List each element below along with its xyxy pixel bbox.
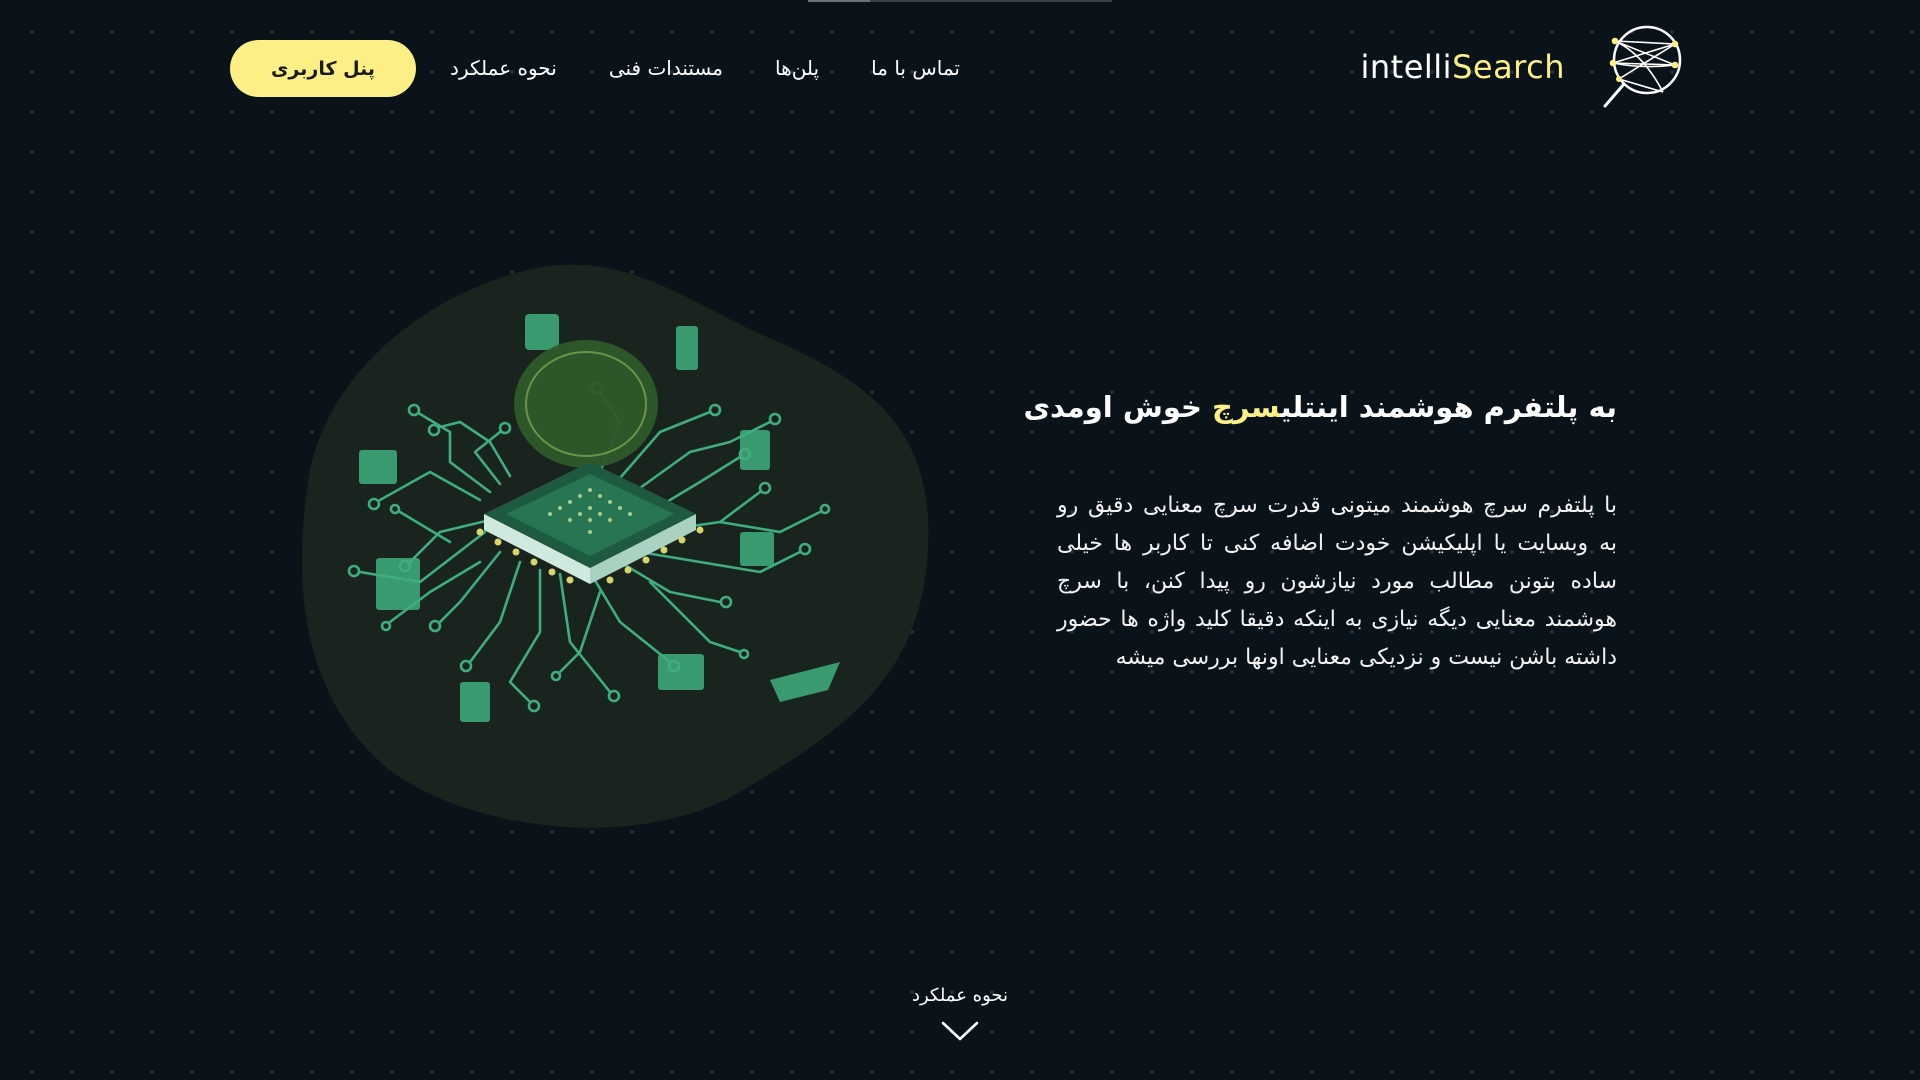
navbar: پنل کاربری نحوه عملکرد مستندات فنی پلن‌ه… bbox=[0, 0, 1920, 135]
nav-link-plans[interactable]: پلن‌ها bbox=[775, 56, 819, 80]
hero-title-start: به پلتفرم هوشمند اینتلی bbox=[1280, 390, 1617, 424]
hero-title: به پلتفرم هوشمند اینتلیسرچ خوش اومدی bbox=[1023, 385, 1617, 430]
ai-chip-illustration bbox=[301, 264, 929, 828]
hero-title-accent: سرچ bbox=[1212, 390, 1281, 424]
logo-magnifier-icon bbox=[1603, 25, 1682, 108]
brand[interactable]: intelliSearch bbox=[1360, 22, 1685, 112]
hero-illustration bbox=[300, 262, 932, 830]
nav-menu: نحوه عملکرد مستندات فنی پلن‌ها تماس با م… bbox=[450, 48, 960, 88]
scroll-hint[interactable]: نحوه عملکرد bbox=[860, 985, 1060, 1065]
nav-link-how-it-works[interactable]: نحوه عملکرد bbox=[450, 56, 557, 80]
chevron-down-icon[interactable] bbox=[941, 1020, 979, 1042]
user-panel-button[interactable]: پنل کاربری bbox=[230, 40, 416, 97]
landing-page: پنل کاربری نحوه عملکرد مستندات فنی پلن‌ه… bbox=[0, 0, 1920, 1080]
hero-section: به پلتفرم هوشمند اینتلیسرچ خوش اومدی با … bbox=[1023, 385, 1617, 677]
brand-name: intelliSearch bbox=[1360, 48, 1565, 86]
brand-name-part2: Search bbox=[1452, 48, 1565, 86]
nav-link-contact[interactable]: تماس با ما bbox=[871, 56, 960, 80]
brand-name-part1: intelli bbox=[1360, 48, 1453, 86]
hero-description: با پلتفرم سرچ هوشمند میتونی قدرت سرچ معن… bbox=[1057, 493, 1617, 670]
hero-title-end: خوش اومدی bbox=[1023, 390, 1213, 424]
scroll-hint-label: نحوه عملکرد bbox=[911, 985, 1009, 1006]
nav-link-docs[interactable]: مستندات فنی bbox=[609, 56, 723, 80]
